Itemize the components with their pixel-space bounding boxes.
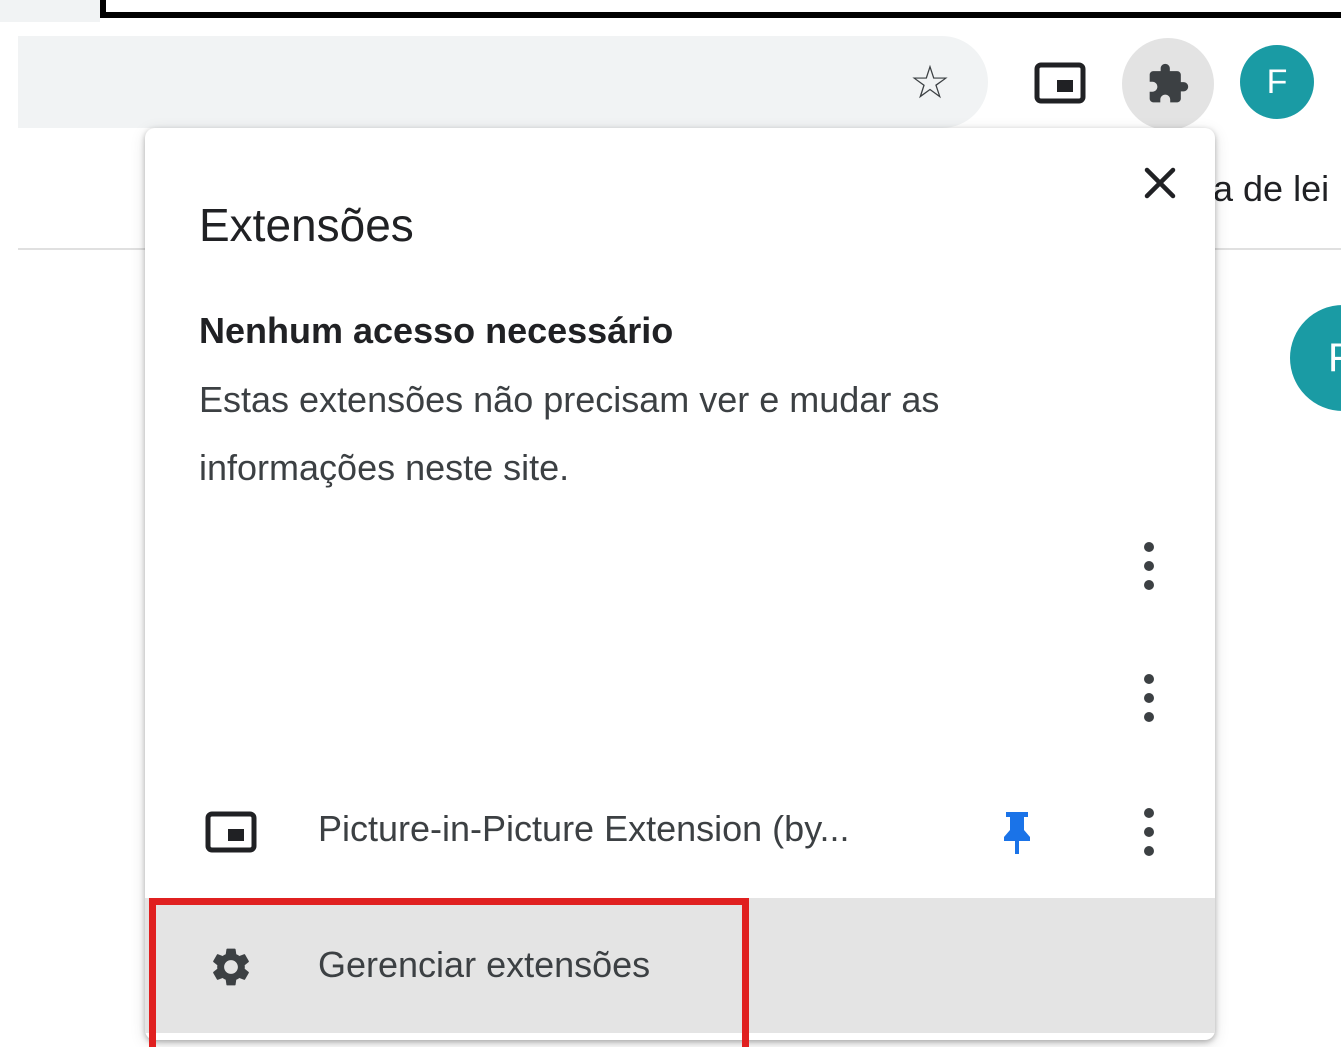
picture-in-picture-icon[interactable] bbox=[1034, 62, 1086, 104]
section-heading: Nenhum acesso necessário bbox=[199, 310, 674, 351]
bookmark-bar-item[interactable]: a de lei bbox=[1213, 168, 1329, 210]
section-description: Estas extensões não precisam ver e mudar… bbox=[199, 379, 940, 488]
pin-icon[interactable] bbox=[997, 808, 1037, 856]
extension-item[interactable]: Picture-in-Picture Extension (by... bbox=[145, 778, 1215, 882]
gear-icon bbox=[208, 944, 254, 990]
star-outline-icon[interactable]: ☆ bbox=[903, 55, 957, 109]
extensions-button[interactable] bbox=[1122, 38, 1214, 130]
extension-name[interactable]: Picture-in-Picture Extension (by... bbox=[318, 808, 850, 850]
more-options-icon[interactable] bbox=[1129, 802, 1169, 862]
close-button[interactable] bbox=[1130, 153, 1190, 213]
more-options-icon[interactable] bbox=[1129, 668, 1169, 728]
picture-in-picture-icon bbox=[205, 811, 257, 853]
puzzle-piece-icon bbox=[1149, 63, 1189, 103]
manage-extensions-label: Gerenciar extensões bbox=[318, 944, 651, 985]
popup-title: Extensões bbox=[199, 199, 414, 251]
manage-extensions-button[interactable]: Gerenciar extensões bbox=[145, 898, 1215, 1033]
profile-avatar[interactable]: F bbox=[1240, 45, 1314, 119]
page-avatar[interactable]: F bbox=[1290, 305, 1341, 411]
close-icon bbox=[1144, 167, 1176, 199]
address-bar[interactable] bbox=[18, 36, 988, 128]
extensions-menu: Extensões Nenhum acesso necessário Estas… bbox=[145, 128, 1215, 1040]
more-options-icon[interactable] bbox=[1129, 536, 1169, 596]
screenshot-frame-border bbox=[100, 0, 1341, 18]
browser-frame-edge bbox=[0, 0, 100, 22]
